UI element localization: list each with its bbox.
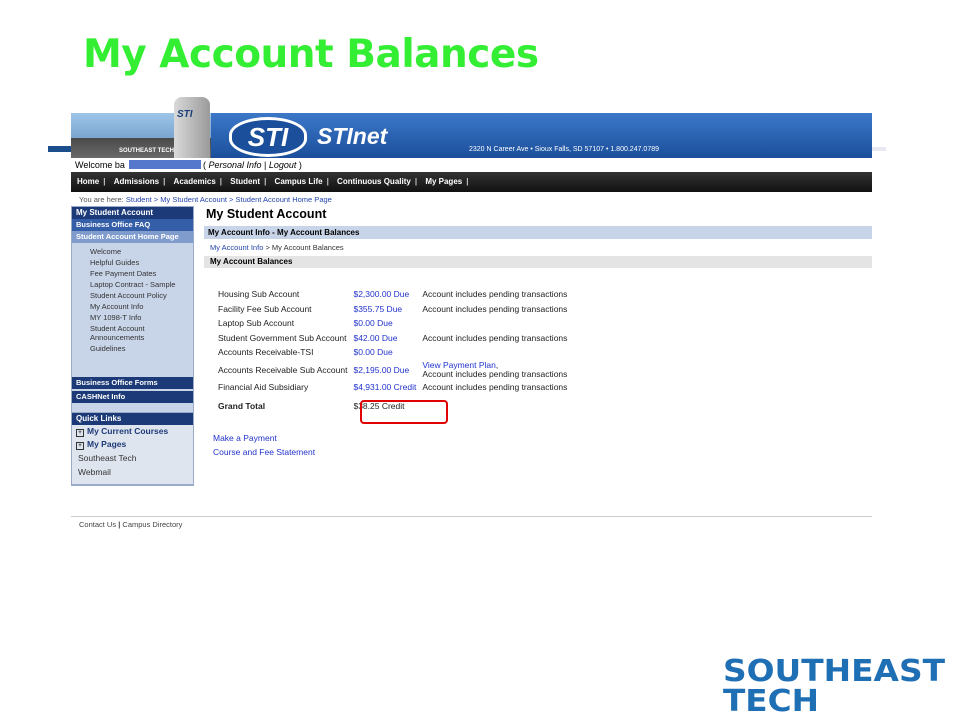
footer-divider <box>71 516 872 517</box>
nav-my-pages[interactable]: My Pages <box>425 177 462 186</box>
main-content: My Student Account My Account Info - My … <box>204 207 872 457</box>
account-note <box>419 316 570 331</box>
redacted-username <box>129 160 201 169</box>
sidebar-item-welcome[interactable]: Welcome <box>72 246 193 257</box>
sidebar-item-forms[interactable]: Business Office Forms <box>72 377 193 389</box>
subcrumb-current: > My Account Balances <box>265 243 344 252</box>
account-name: Facility Fee Sub Account <box>218 303 312 314</box>
photo-caption: SOUTHEAST TECH <box>119 148 175 154</box>
account-note: View Payment Plan, Account includes pend… <box>422 359 568 379</box>
grand-total-label: Grand Total <box>218 401 266 411</box>
header-address: 2320 N Career Ave • Sioux Falls, SD 5710… <box>469 146 660 153</box>
table-row: Housing Sub Account $2,300.00 Due Accoun… <box>215 287 570 302</box>
sidebar-head[interactable]: My Student Account <box>72 207 193 219</box>
southeast-tech-logo: SOUTHEAST TECH <box>723 654 946 715</box>
account-name: Financial Aid Subsidiary <box>218 381 309 392</box>
quick-links-panel: Quick Links + My Current Courses + My Page… <box>71 412 194 485</box>
nav-student[interactable]: Student <box>230 177 260 186</box>
sidebar-item-home-page[interactable]: Student Account Home Page <box>72 231 193 243</box>
nav-home[interactable]: Home <box>77 177 99 186</box>
account-amount[interactable]: $42.00 Due <box>350 331 419 346</box>
expand-plus-icon[interactable]: + <box>76 442 84 450</box>
campus-tower <box>174 97 210 158</box>
nav-academics[interactable]: Academics <box>174 177 216 186</box>
page-title: My Student Account <box>206 207 327 221</box>
sidebar-item-guidelines[interactable]: Guidelines <box>72 343 193 354</box>
quick-link-southeast[interactable]: Southeast Tech <box>72 451 193 465</box>
account-amount[interactable]: $4,931.00 Credit <box>350 380 419 395</box>
account-name: Accounts Receivable-TSI <box>218 347 314 358</box>
course-fee-statement-link[interactable]: Course and Fee Statement <box>213 447 315 457</box>
quick-links-head: Quick Links <box>72 413 193 425</box>
quick-link-webmail[interactable]: Webmail <box>72 465 193 479</box>
account-note: Account includes pending transactions <box>422 289 568 300</box>
personal-info-link[interactable]: Personal Info <box>209 160 262 170</box>
sub-breadcrumb: My Account Info > My Account Balances <box>210 243 872 252</box>
sidebar-item-my-account-info[interactable]: My Account Info <box>72 301 193 312</box>
table-row: Facility Fee Sub Account $355.75 Due Acc… <box>215 302 570 317</box>
balances-header: My Account Balances <box>204 256 872 268</box>
sidebar-item-account-policy[interactable]: Student Account Policy <box>72 290 193 301</box>
logout-link[interactable]: Logout <box>269 160 297 170</box>
header-banner: STI SOUTHEAST TECH STI STInet 2320 N Car… <box>71 97 872 158</box>
table-row: Accounts Receivable Sub Account $2,195.0… <box>215 360 570 380</box>
quick-link-pages[interactable]: + My Pages <box>72 438 193 451</box>
account-note: Account includes pending transactions <box>422 332 568 343</box>
make-payment-link[interactable]: Make a Payment <box>213 433 277 443</box>
account-note <box>419 345 570 360</box>
balances-table: Housing Sub Account $2,300.00 Due Accoun… <box>215 287 570 418</box>
expand-plus-icon[interactable]: + <box>76 429 84 437</box>
sidebar-item-faq[interactable]: Business Office FAQ <box>72 219 193 231</box>
stinet-screenshot: STI SOUTHEAST TECH STI STInet 2320 N Car… <box>71 97 872 533</box>
nav-continuous-quality[interactable]: Continuous Quality <box>337 177 411 186</box>
welcome-bar: Welcome ba ( Personal Info | Logout ) <box>71 158 872 172</box>
account-note: Account includes pending transactions <box>422 303 568 314</box>
stinet-brand: STInet <box>317 123 388 149</box>
table-row: Student Government Sub Account $42.00 Du… <box>215 331 570 346</box>
account-name: Laptop Sub Account <box>218 318 295 329</box>
sidebar-item-announcements[interactable]: Student Account Announcements <box>72 323 193 343</box>
campus-directory-link[interactable]: Campus Directory <box>122 520 182 529</box>
account-note: Account includes pending transactions <box>422 381 568 392</box>
footer: Contact Us | Campus Directory <box>79 520 183 529</box>
breadcrumb-prefix: You are here: <box>79 195 124 204</box>
sidebar-item-helpful-guides[interactable]: Helpful Guides <box>72 257 193 268</box>
sti-logo[interactable]: STI <box>229 117 307 157</box>
slide-title: My Account Balances <box>83 32 539 77</box>
account-name: Accounts Receivable Sub Account <box>218 364 348 375</box>
contact-us-link[interactable]: Contact Us <box>79 520 116 529</box>
table-row: Financial Aid Subsidiary $4,931.00 Credi… <box>215 380 570 395</box>
table-row: Accounts Receivable-TSI $0.00 Due <box>215 345 570 360</box>
sidebar-item-fee-payment-dates[interactable]: Fee Payment Dates <box>72 268 193 279</box>
sidebar-item-laptop-contract[interactable]: Laptop Contract - Sample <box>72 279 193 290</box>
account-amount[interactable]: $2,300.00 Due <box>350 287 419 302</box>
nav-admissions[interactable]: Admissions <box>114 177 159 186</box>
logo-line2: TECH <box>723 684 819 715</box>
sidebar-item-cashnet[interactable]: CASHNet Info <box>72 391 193 403</box>
account-amount[interactable]: $0.00 Due <box>350 316 419 331</box>
account-amount[interactable]: $2,195.00 Due <box>350 360 419 380</box>
breadcrumb-trail[interactable]: Student > My Student Account > Student A… <box>126 195 332 204</box>
grand-total-highlight <box>360 400 448 424</box>
subcrumb-link[interactable]: My Account Info <box>210 243 263 252</box>
section-bar: My Account Info - My Account Balances <box>204 226 872 239</box>
account-links: ( Personal Info | Logout ) <box>203 160 302 170</box>
quick-link-courses[interactable]: + My Current Courses <box>72 425 193 438</box>
sidebar-item-1098t[interactable]: MY 1098-T Info <box>72 312 193 323</box>
table-row: Laptop Sub Account $0.00 Due <box>215 316 570 331</box>
welcome-text: Welcome ba <box>75 160 125 170</box>
nav-campus-life[interactable]: Campus Life <box>275 177 323 186</box>
account-amount[interactable]: $0.00 Due <box>350 345 419 360</box>
main-nav: Home | Admissions | Academics | Student | Ca… <box>71 172 872 192</box>
breadcrumb: You are here: Student > My Student Accou… <box>79 195 332 204</box>
tower-label: STI <box>177 109 193 120</box>
account-amount[interactable]: $355.75 Due <box>350 302 419 317</box>
account-name: Housing Sub Account <box>218 289 300 300</box>
account-note-text: Account includes pending transactions <box>422 368 568 379</box>
account-name: Student Government Sub Account <box>218 332 347 343</box>
